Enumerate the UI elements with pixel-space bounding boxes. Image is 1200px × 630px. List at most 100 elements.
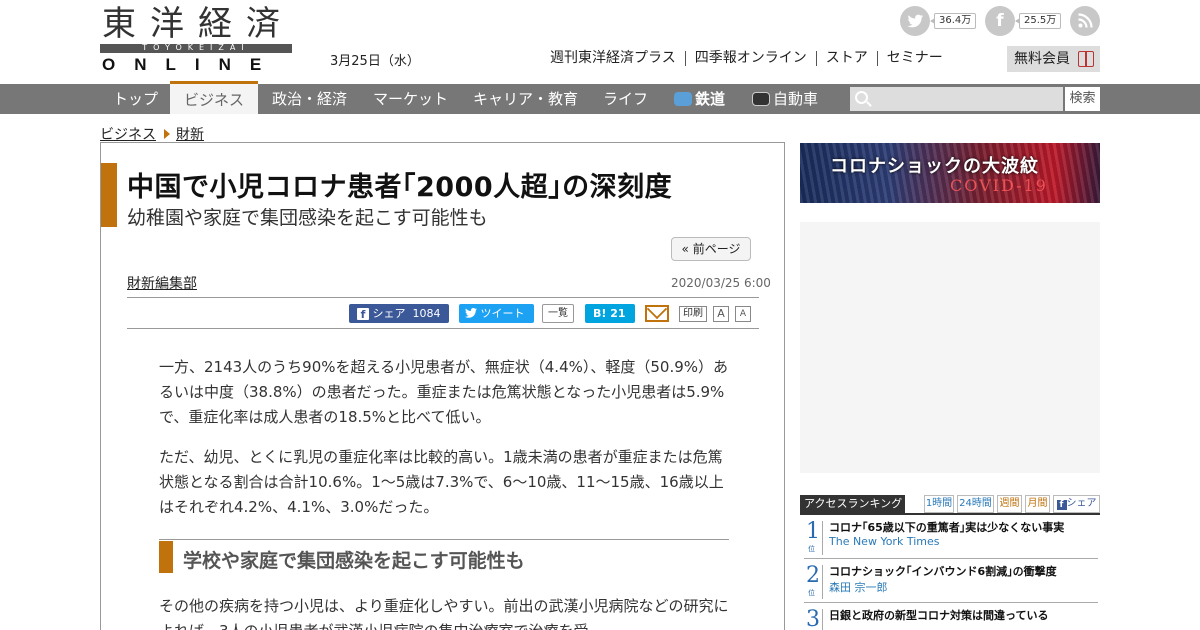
hatena-bookmark-button[interactable]: B! 21: [585, 304, 635, 323]
article-author[interactable]: 財新編集部: [127, 273, 197, 293]
ranking-tab-share-label: シェア: [1066, 498, 1097, 509]
nav-business[interactable]: ビジネス: [170, 81, 259, 114]
ranking-item[interactable]: 1 位 コロナ｢65歳以下の重篤者｣実は少なくない事実 The New York…: [804, 517, 1098, 559]
rank-title[interactable]: コロナ｢65歳以下の重篤者｣実は少なくない事実: [829, 519, 1064, 535]
rank-source: 森田 宗一郎: [829, 581, 888, 594]
search-input[interactable]: [850, 87, 1063, 111]
top-link-store[interactable]: ストア: [815, 51, 877, 66]
ad-slot: [800, 222, 1100, 473]
rank-divider: [822, 521, 823, 555]
ranking-tab-share[interactable]: f シェア: [1053, 495, 1100, 513]
article-date: 2020/03/25 6:00: [671, 276, 771, 290]
nav-railway[interactable]: 鉄道: [674, 84, 725, 114]
logo-bar: TOYOKEIZAI: [100, 43, 292, 53]
article-paragraph: その他の疾病を持つ小児は、より重症化しやすい。前出の武漢小児病院などの研究によれ…: [159, 597, 729, 630]
ranking-item[interactable]: 3 日銀と政府の新型コロナ対策は間違っている: [804, 605, 1098, 630]
access-ranking: アクセスランキング 1時間 24時間 週間 月間 f シェア 1 位 コロナ｢65…: [800, 495, 1100, 630]
rank-title[interactable]: コロナショック｢インバウンド6割減｣の衝撃度: [829, 563, 1057, 579]
rank-title[interactable]: 日銀と政府の新型コロナ対策は間違っている: [829, 607, 1048, 623]
banner-sub: COVID-19: [950, 176, 1048, 195]
nav-politics-economy[interactable]: 政治・経済: [272, 84, 347, 114]
global-nav: トップ ビジネス 政治・経済 マーケット キャリア・教育 ライフ 鉄道 自動車 …: [0, 81, 1200, 114]
breadcrumb-business[interactable]: ビジネス: [100, 127, 156, 143]
article-subtitle: 幼稚園や家庭で集団感染を起こす可能性も: [127, 207, 488, 229]
prev-page-button[interactable]: « 前ページ: [671, 237, 751, 261]
logo-bar-text: TOYOKEIZAI: [142, 43, 250, 52]
breadcrumb-caixin[interactable]: 財新: [176, 127, 204, 143]
ranking-underline: [800, 513, 1100, 515]
breadcrumb-arrow-icon: [164, 129, 170, 139]
rss-icon[interactable]: [1070, 6, 1100, 36]
nav-career-education[interactable]: キャリア・教育: [473, 84, 578, 114]
banner-title: コロナショックの大波紋: [830, 156, 1039, 177]
search-button[interactable]: 検索: [1065, 87, 1100, 111]
free-member-label: 無料会員: [1014, 51, 1070, 67]
mail-icon[interactable]: [645, 305, 669, 322]
print-button[interactable]: 印刷: [679, 306, 707, 322]
site-logo[interactable]: 東洋経済 TOYOKEIZAI ONLINE: [100, 4, 294, 74]
train-icon: [674, 92, 692, 106]
logo-kanji: 東洋経済: [102, 4, 294, 44]
nav-automobile-label: 自動車: [773, 90, 819, 108]
facebook-follower-count: 25.5万: [1014, 13, 1062, 29]
facebook-share-label: シェア: [372, 307, 406, 320]
car-icon: [752, 92, 770, 106]
site-header: 東洋経済 TOYOKEIZAI ONLINE 3月25日（水） 36.4万 f …: [0, 0, 1200, 84]
section-accent-bar: [159, 541, 173, 573]
breadcrumb: ビジネス 財新: [100, 124, 204, 144]
rss-link[interactable]: [1070, 6, 1100, 36]
font-size-small-button[interactable]: A: [735, 306, 751, 322]
font-size-large-button[interactable]: A: [713, 306, 729, 322]
twitter-share-label: ツイート: [480, 307, 525, 320]
twitter-share-button[interactable]: ツイート: [459, 304, 534, 323]
twitter-follower-count: 36.4万: [929, 13, 977, 29]
ranking-tab-24hours[interactable]: 24時間: [957, 495, 994, 513]
rank-source: The New York Times: [829, 535, 940, 548]
facebook-share-count: 1084: [412, 307, 441, 320]
nav-railway-label: 鉄道: [695, 90, 726, 108]
twitter-icon: [465, 307, 481, 320]
ranking-item[interactable]: 2 位 コロナショック｢インバウンド6割減｣の衝撃度 森田 宗一郎: [804, 561, 1098, 603]
ranking-title: アクセスランキング: [800, 495, 905, 513]
title-accent-bar: [101, 163, 117, 227]
facebook-icon: f: [1056, 500, 1067, 510]
nav-automobile[interactable]: 自動車: [752, 84, 818, 114]
logo-online: ONLINE: [102, 55, 281, 74]
rank-number: 1: [806, 519, 820, 544]
top-link-shikiho[interactable]: 四季報オンライン: [684, 51, 816, 66]
article: 中国で小児コロナ患者｢2000人超｣の深刻度 幼稚園や家庭で集団感染を起こす可能…: [100, 142, 785, 630]
facebook-f-icon[interactable]: f: [985, 6, 1015, 36]
hatena-icon: B!: [593, 307, 607, 320]
twitter-bird-icon[interactable]: [900, 6, 930, 36]
rank-number: 3: [806, 607, 820, 630]
ranking-tab-monthly[interactable]: 月間: [1025, 495, 1050, 513]
section-heading: 学校や家庭で集団感染を起こす可能性も: [183, 550, 525, 572]
current-date: 3月25日（水）: [330, 54, 420, 69]
facebook-follow[interactable]: f 25.5万: [985, 6, 1063, 36]
nav-top[interactable]: トップ: [113, 84, 158, 114]
ranking-tab-1hour[interactable]: 1時間: [924, 495, 954, 513]
gift-icon: [1078, 51, 1094, 67]
twitter-follow[interactable]: 36.4万: [900, 6, 978, 36]
rank-divider: [822, 609, 823, 630]
rank-number: 2: [806, 563, 820, 588]
top-link-seminar[interactable]: セミナー: [876, 51, 952, 66]
article-title: 中国で小児コロナ患者｢2000人超｣の深刻度: [127, 172, 673, 203]
rank-unit: 位: [808, 589, 815, 597]
top-links: 週刊東洋経済プラス 四季報オンライン ストア セミナー: [550, 50, 952, 66]
rank-divider: [822, 565, 823, 599]
nav-life[interactable]: ライフ: [603, 84, 648, 114]
top-link-weekly-plus[interactable]: 週刊東洋経済プラス: [550, 51, 685, 66]
free-member-button[interactable]: 無料会員: [1007, 46, 1100, 72]
hatena-count: 21: [610, 307, 626, 320]
facebook-icon: f: [357, 308, 369, 321]
nav-market[interactable]: マーケット: [373, 84, 448, 114]
share-bar: f シェア 1084 ツイート 一覧 B! 21 印刷 A A: [127, 297, 759, 329]
search-icon: [855, 91, 868, 104]
ranking-tab-weekly[interactable]: 週間: [997, 495, 1022, 513]
corona-feature-banner[interactable]: COVID-19 コロナショックの大波紋: [800, 143, 1100, 203]
facebook-share-button[interactable]: f シェア 1084: [349, 304, 449, 323]
share-list-button[interactable]: 一覧: [542, 304, 574, 323]
section-divider: [159, 539, 729, 540]
article-paragraph: ただ、幼児、とくに乳児の重症化率は比較的高い。1歳未満の患者が重症または危篤状態…: [159, 448, 724, 516]
